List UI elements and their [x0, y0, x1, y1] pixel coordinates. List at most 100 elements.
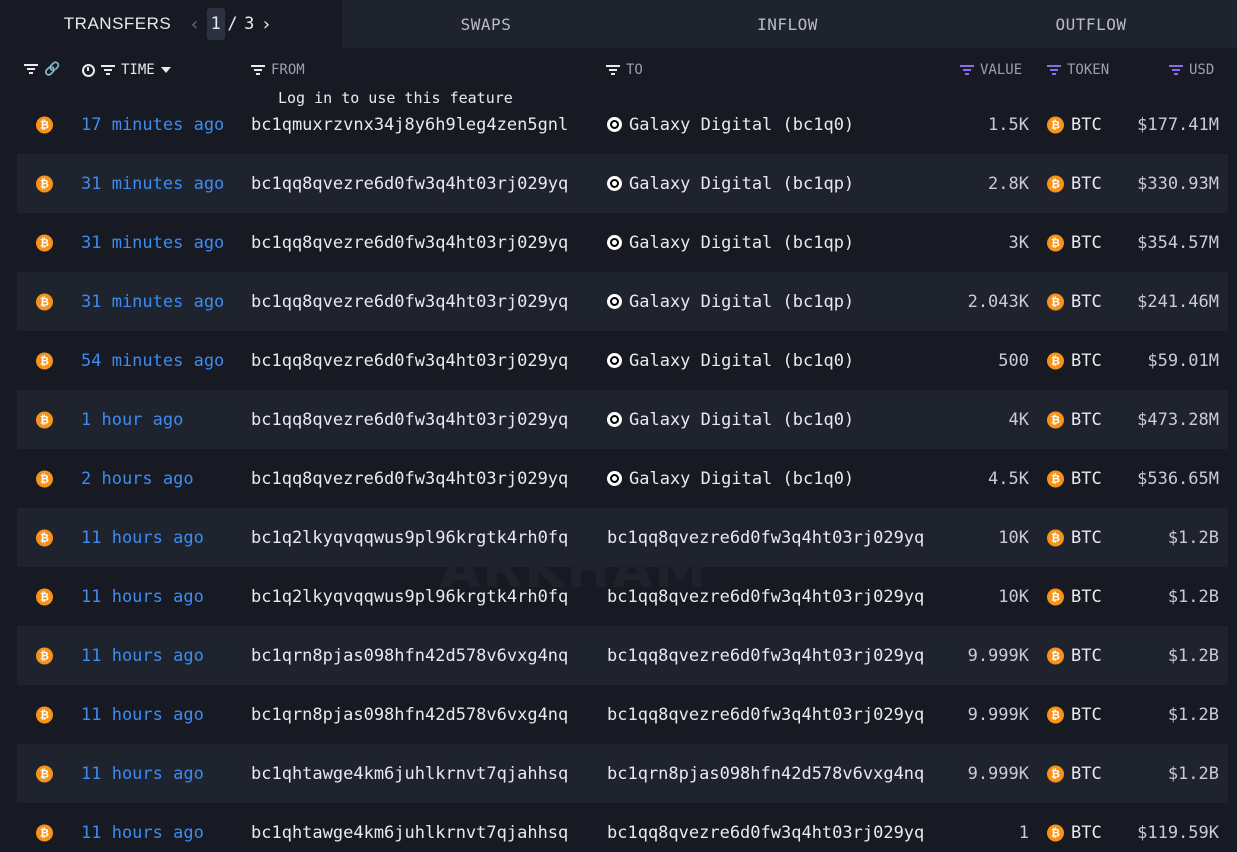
token-symbol[interactable]: BTC: [1071, 705, 1102, 725]
to-cell[interactable]: Galaxy Digital (bc1qp): [607, 233, 945, 253]
from-address[interactable]: bc1qmuxrzvnx34j8y6h9leg4zen5gnl: [251, 115, 589, 135]
from-address[interactable]: bc1qq8qvezre6d0fw3q4ht03rj029yq: [251, 233, 589, 253]
table-row[interactable]: ₿ 17 minutes ago bc1qmuxrzvnx34j8y6h9leg4z…: [17, 95, 1228, 154]
tab-inflow[interactable]: INFLOW: [630, 0, 945, 48]
time-link[interactable]: 2 hours ago: [81, 469, 194, 489]
tab-inflow-label: INFLOW: [757, 14, 818, 34]
to-cell[interactable]: bc1qq8qvezre6d0fw3q4ht03rj029yq: [607, 528, 945, 548]
from-address[interactable]: bc1qrn8pjas098hfn42d578v6vxg4nq: [251, 705, 589, 725]
tab-outflow[interactable]: OUTFLOW: [945, 0, 1237, 48]
from-address[interactable]: bc1qq8qvezre6d0fw3q4ht03rj029yq: [251, 469, 589, 489]
time-link[interactable]: 11 hours ago: [81, 646, 204, 666]
tab-swaps[interactable]: SWAPS: [342, 0, 630, 48]
time-link[interactable]: 31 minutes ago: [81, 174, 224, 194]
link-icon[interactable]: 🔗: [44, 62, 60, 77]
to-cell[interactable]: Galaxy Digital (bc1qp): [607, 174, 945, 194]
next-page-icon[interactable]: ›: [255, 14, 278, 35]
sort-caret-icon[interactable]: [160, 67, 171, 73]
to-cell[interactable]: bc1qrn8pjas098hfn42d578v6vxg4nq: [607, 764, 945, 784]
value-cell: 4.5K: [988, 468, 1029, 489]
from-address[interactable]: bc1qq8qvezre6d0fw3q4ht03rj029yq: [251, 292, 589, 312]
table-row[interactable]: ₿ 2 hours ago bc1qq8qvezre6d0fw3q4ht03rj02…: [17, 449, 1228, 508]
to-cell[interactable]: bc1qq8qvezre6d0fw3q4ht03rj029yq: [607, 705, 945, 725]
usd-cell: $354.57M: [1137, 232, 1219, 253]
from-filter-icon[interactable]: [251, 64, 265, 76]
usd-cell: $1.2B: [1167, 704, 1219, 725]
from-address[interactable]: bc1qq8qvezre6d0fw3q4ht03rj029yq: [251, 410, 589, 430]
bitcoin-chain-icon: ₿: [36, 470, 53, 487]
column-time-label: TIME: [121, 62, 155, 78]
table-row[interactable]: ₿ 11 hours ago bc1qrn8pjas098hfn42d578v6vx…: [17, 626, 1228, 685]
value-cell: 9.999K: [967, 645, 1029, 666]
column-token[interactable]: TOKEN: [1047, 62, 1109, 78]
time-filter-icon[interactable]: [101, 64, 115, 76]
token-symbol[interactable]: BTC: [1071, 823, 1102, 843]
from-address[interactable]: bc1q2lkyqvqqwus9pl96krgtk4rh0fq: [251, 587, 589, 607]
column-time[interactable]: TIME: [82, 62, 171, 78]
table-row[interactable]: ₿ 31 minutes ago bc1qq8qvezre6d0fw3q4ht03r…: [17, 154, 1228, 213]
to-cell[interactable]: Galaxy Digital (bc1qp): [607, 292, 945, 312]
btc-token-icon: ₿: [1047, 470, 1064, 487]
to-filter-icon[interactable]: [606, 64, 620, 76]
time-link[interactable]: 11 hours ago: [81, 587, 204, 607]
bitcoin-chain-icon: ₿: [36, 824, 53, 841]
token-symbol[interactable]: BTC: [1071, 292, 1102, 312]
tab-transfers[interactable]: TRANSFERS ‹ 1 / 3 ›: [0, 0, 342, 48]
bitcoin-chain-icon: ₿: [36, 116, 53, 133]
column-to[interactable]: TO: [606, 62, 643, 78]
table-row[interactable]: ₿ 31 minutes ago bc1qq8qvezre6d0fw3q4ht03r…: [17, 272, 1228, 331]
table-row[interactable]: ₿ 1 hour ago bc1qq8qvezre6d0fw3q4ht03rj029…: [17, 390, 1228, 449]
time-link[interactable]: 11 hours ago: [81, 528, 204, 548]
time-link[interactable]: 11 hours ago: [81, 705, 204, 725]
column-usd[interactable]: USD: [1169, 62, 1214, 78]
table-row[interactable]: ₿ 11 hours ago bc1qrn8pjas098hfn42d578v6vx…: [17, 685, 1228, 744]
to-cell[interactable]: Galaxy Digital (bc1q0): [607, 351, 945, 371]
from-address[interactable]: bc1q2lkyqvqqwus9pl96krgtk4rh0fq: [251, 528, 589, 548]
from-address[interactable]: bc1qrn8pjas098hfn42d578v6vxg4nq: [251, 646, 589, 666]
token-symbol[interactable]: BTC: [1071, 764, 1102, 784]
table-row[interactable]: ₿ 11 hours ago bc1q2lkyqvqqwus9pl96krgtk4r…: [17, 508, 1228, 567]
token-symbol[interactable]: BTC: [1071, 587, 1102, 607]
prev-page-icon[interactable]: ‹: [183, 14, 206, 35]
time-link[interactable]: 1 hour ago: [81, 410, 183, 430]
time-link[interactable]: 31 minutes ago: [81, 292, 224, 312]
token-symbol[interactable]: BTC: [1071, 469, 1102, 489]
time-link[interactable]: 31 minutes ago: [81, 233, 224, 253]
to-cell[interactable]: bc1qq8qvezre6d0fw3q4ht03rj029yq: [607, 646, 945, 666]
table-row[interactable]: ₿ 31 minutes ago bc1qq8qvezre6d0fw3q4ht03r…: [17, 213, 1228, 272]
token-symbol[interactable]: BTC: [1071, 115, 1102, 135]
time-link[interactable]: 54 minutes ago: [81, 351, 224, 371]
token-symbol[interactable]: BTC: [1071, 351, 1102, 371]
from-address[interactable]: bc1qq8qvezre6d0fw3q4ht03rj029yq: [251, 174, 589, 194]
to-cell[interactable]: Galaxy Digital (bc1q0): [607, 115, 945, 135]
time-link[interactable]: 11 hours ago: [81, 764, 204, 784]
token-symbol[interactable]: BTC: [1071, 646, 1102, 666]
value-filter-icon[interactable]: [960, 64, 974, 76]
filter-icon[interactable]: [24, 64, 38, 75]
galaxy-digital-icon: [607, 412, 622, 427]
table-row[interactable]: ₿ 11 hours ago bc1q2lkyqvqqwus9pl96krgtk4r…: [17, 567, 1228, 626]
time-link[interactable]: 17 minutes ago: [81, 115, 224, 135]
from-address[interactable]: bc1qhtawge4km6juhlkrnvt7qjahhsq: [251, 764, 589, 784]
token-symbol[interactable]: BTC: [1071, 528, 1102, 548]
from-address[interactable]: bc1qhtawge4km6juhlkrnvt7qjahhsq: [251, 823, 589, 843]
transfers-table-body: ₿ 17 minutes ago bc1qmuxrzvnx34j8y6h9leg4z…: [17, 95, 1228, 852]
to-cell[interactable]: bc1qq8qvezre6d0fw3q4ht03rj029yq: [607, 823, 945, 843]
column-from[interactable]: FROM: [251, 62, 305, 78]
table-row[interactable]: ₿ 54 minutes ago bc1qq8qvezre6d0fw3q4ht03r…: [17, 331, 1228, 390]
from-address[interactable]: bc1qq8qvezre6d0fw3q4ht03rj029yq: [251, 351, 589, 371]
table-row[interactable]: ₿ 11 hours ago bc1qhtawge4km6juhlkrnvt7qja…: [17, 744, 1228, 803]
token-symbol[interactable]: BTC: [1071, 410, 1102, 430]
token-symbol[interactable]: BTC: [1071, 174, 1102, 194]
table-row[interactable]: ₿ 11 hours ago bc1qhtawge4km6juhlkrnvt7qja…: [17, 803, 1228, 852]
token-symbol[interactable]: BTC: [1071, 233, 1102, 253]
to-cell[interactable]: Galaxy Digital (bc1q0): [607, 410, 945, 430]
usd-filter-icon[interactable]: [1169, 64, 1183, 76]
usd-cell: $1.2B: [1167, 763, 1219, 784]
to-cell[interactable]: bc1qq8qvezre6d0fw3q4ht03rj029yq: [607, 587, 945, 607]
to-cell[interactable]: Galaxy Digital (bc1q0): [607, 469, 945, 489]
login-tooltip: Log in to use this feature: [278, 89, 513, 107]
column-value[interactable]: VALUE: [960, 62, 1022, 78]
token-filter-icon[interactable]: [1047, 64, 1061, 76]
time-link[interactable]: 11 hours ago: [81, 823, 204, 843]
